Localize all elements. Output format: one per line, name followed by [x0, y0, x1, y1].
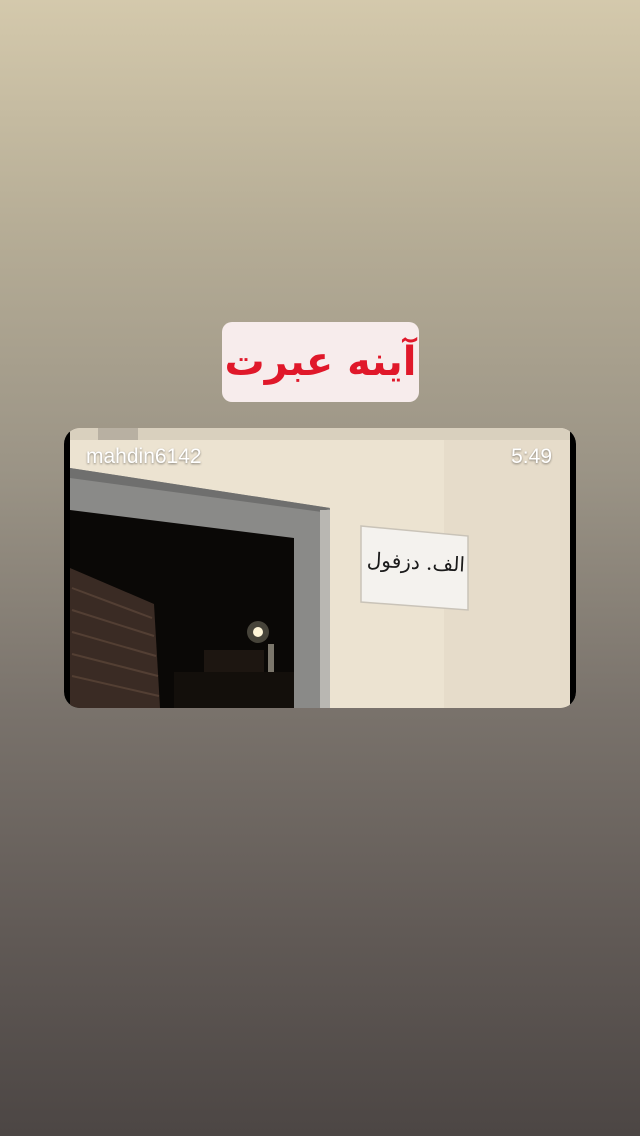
- story-title-badge: آینه عبرت: [222, 322, 419, 402]
- video-thumbnail: [64, 428, 576, 708]
- story-title-text: آینه عبرت: [224, 339, 417, 385]
- video-player[interactable]: الف. دزفول mahdin6142 5:49: [64, 428, 576, 708]
- video-username[interactable]: mahdin6142: [86, 446, 202, 467]
- video-duration: 5:49: [511, 445, 552, 468]
